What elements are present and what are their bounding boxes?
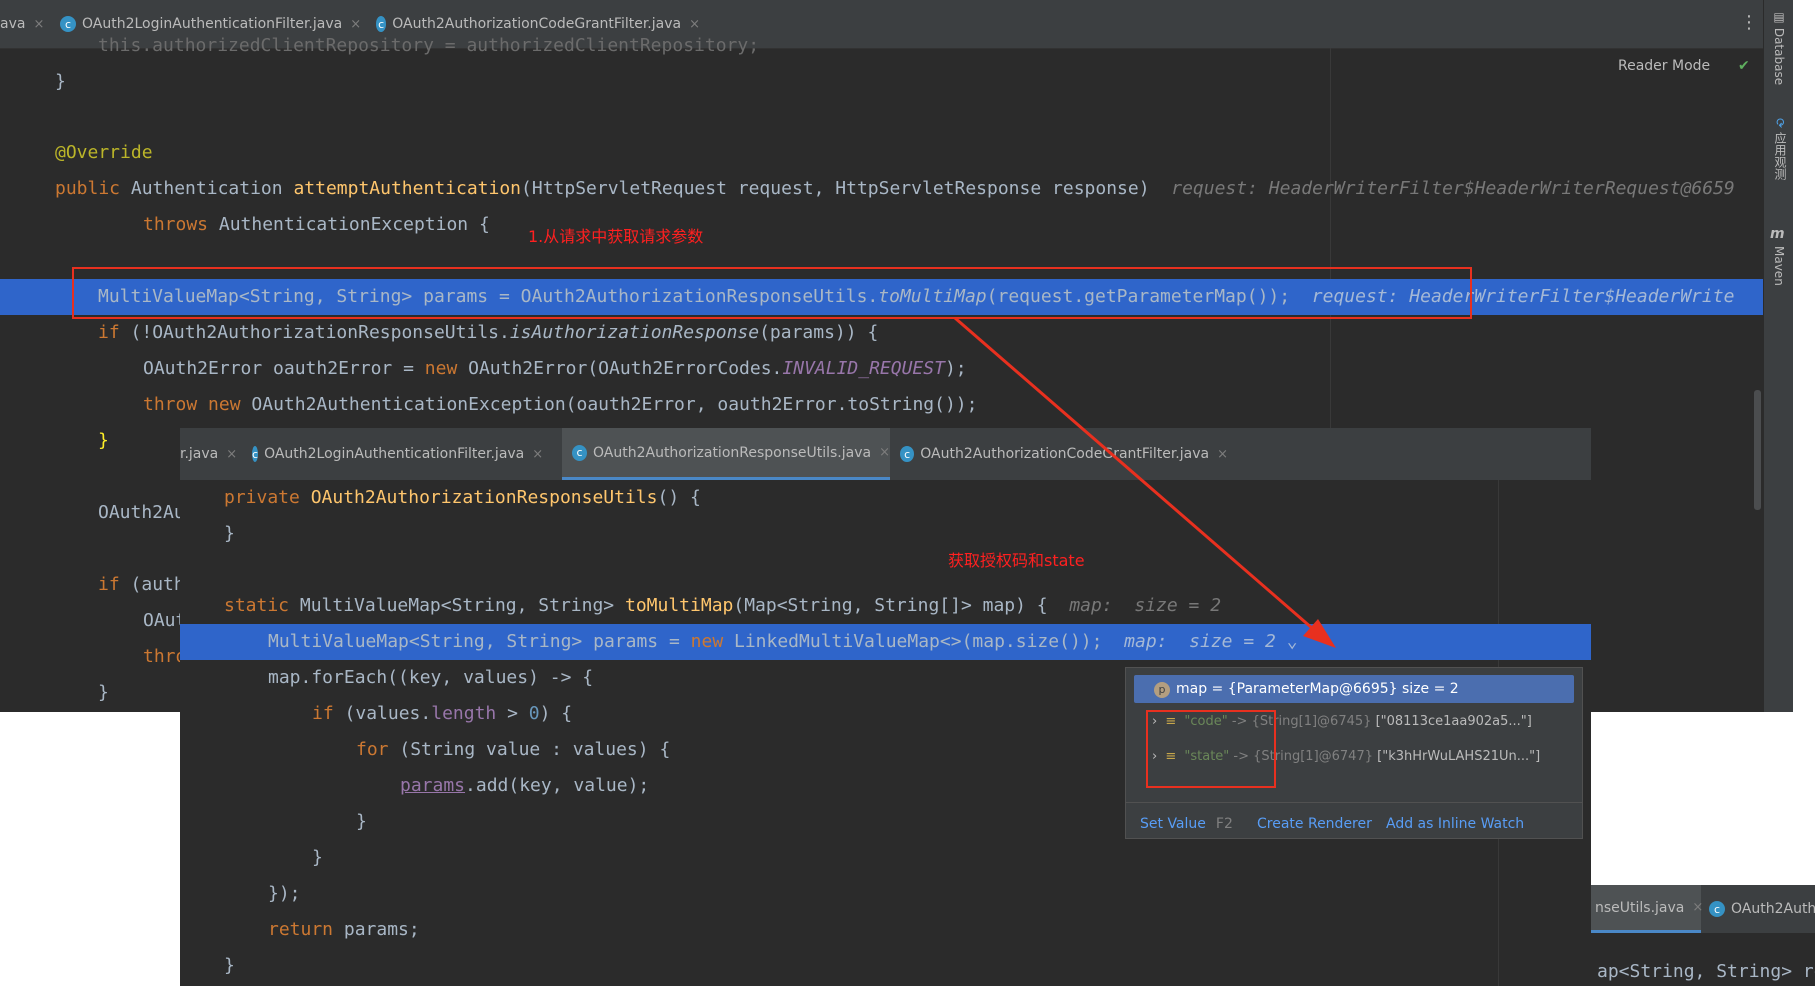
annotation-arrow bbox=[954, 316, 1336, 648]
